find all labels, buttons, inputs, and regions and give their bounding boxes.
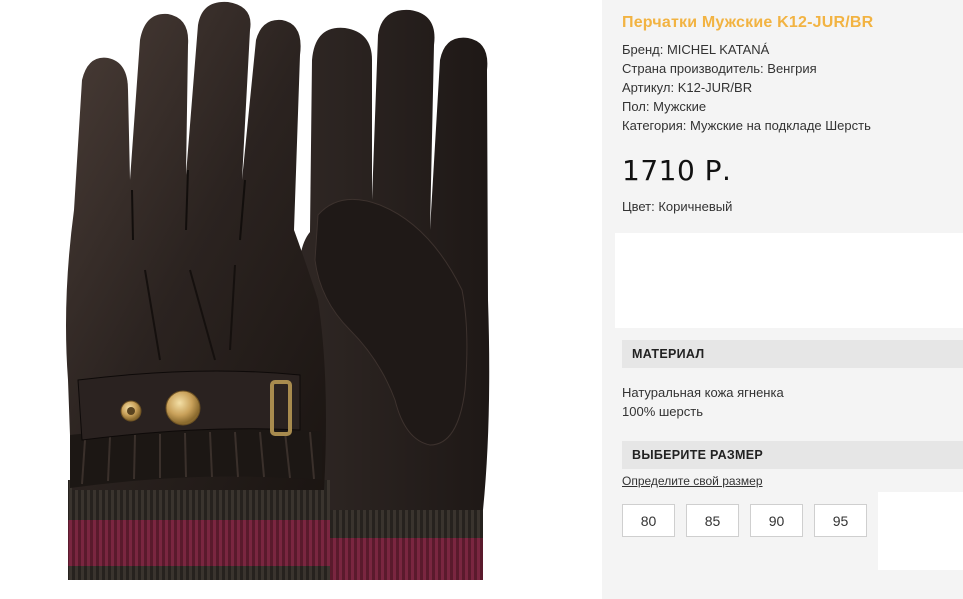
blank-side-panel bbox=[878, 492, 963, 570]
spec-category: Категория: Мужские на подкладе Шерсть bbox=[622, 118, 871, 133]
product-specs: Бренд: MICHEL KATANÁ Страна производител… bbox=[622, 40, 871, 135]
material-description: Натуральная кожа ягненка 100% шерсть bbox=[622, 383, 784, 421]
product-image bbox=[0, 0, 602, 599]
size-option-90[interactable]: 90 bbox=[750, 504, 803, 537]
material-line-1: Натуральная кожа ягненка bbox=[622, 385, 784, 400]
gloves-photo bbox=[66, 1, 490, 580]
product-price: 1710 Р. bbox=[622, 154, 732, 187]
spec-brand: Бренд: MICHEL KATANÁ bbox=[622, 42, 770, 57]
size-header: ВЫБЕРИТЕ РАЗМЕР bbox=[622, 441, 963, 469]
product-title: Перчатки Мужские K12-JUR/BR bbox=[622, 14, 874, 31]
size-options: 80 85 90 95 bbox=[622, 504, 867, 537]
spec-sku: Артикул: K12-JUR/BR bbox=[622, 80, 753, 95]
material-header: МАТЕРИАЛ bbox=[622, 340, 963, 368]
size-option-95[interactable]: 95 bbox=[814, 504, 867, 537]
spec-country: Страна производитель: Венгрия bbox=[622, 61, 817, 76]
size-option-85[interactable]: 85 bbox=[686, 504, 739, 537]
size-guide-link[interactable]: Определите свой размер bbox=[622, 474, 763, 488]
material-line-2: 100% шерсть bbox=[622, 404, 703, 419]
size-option-80[interactable]: 80 bbox=[622, 504, 675, 537]
blank-panel bbox=[615, 233, 963, 328]
product-info: Перчатки Мужские K12-JUR/BR Бренд: MICHE… bbox=[602, 0, 963, 599]
spec-gender: Пол: Мужские bbox=[622, 99, 707, 114]
product-color: Цвет: Коричневый bbox=[622, 199, 733, 214]
